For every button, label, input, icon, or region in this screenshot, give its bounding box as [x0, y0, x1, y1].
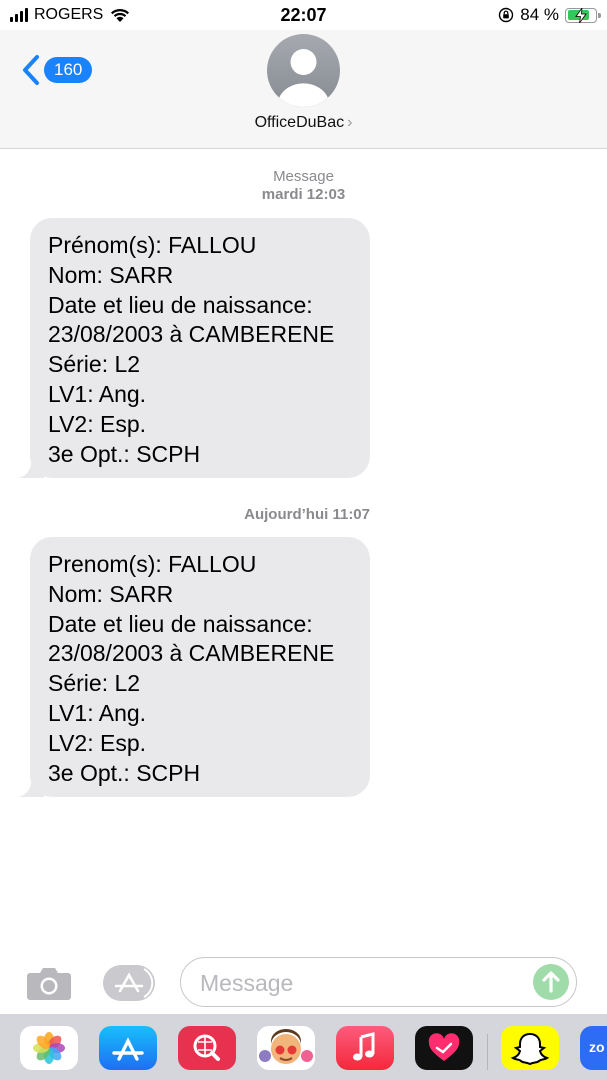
- contact-avatar[interactable]: [267, 34, 340, 107]
- bubble-tail: [18, 456, 44, 478]
- message-line: LV1: Ang.: [48, 699, 147, 726]
- send-button[interactable]: [533, 964, 569, 1000]
- app-store-drawer-icon[interactable]: [102, 964, 156, 1002]
- orientation-lock-icon: [499, 7, 514, 23]
- chevron-right-icon: ›: [347, 114, 353, 131]
- message-line: Date et lieu de naissance:: [48, 610, 313, 637]
- conversation-header: 160 OfficeDuBac ›: [0, 30, 607, 149]
- message-input[interactable]: Message: [180, 957, 577, 1007]
- compose-bar: Message: [0, 955, 607, 1011]
- message-bubble[interactable]: Prenom(s): FALLOU Nom: SARR Date et lieu…: [18, 537, 370, 797]
- person-icon: [279, 49, 328, 107]
- fitness-heart-icon[interactable]: [415, 1026, 473, 1070]
- bubble-tail: [18, 775, 44, 797]
- web-search-icon[interactable]: [178, 1026, 236, 1070]
- message-line: Nom: SARR: [48, 261, 174, 288]
- message-line: Prénom(s): FALLOU: [48, 232, 257, 258]
- back-button[interactable]: 160: [22, 54, 93, 86]
- timestamp: Message mardi 12:03: [261, 168, 346, 203]
- message-line: LV2: Esp.: [48, 410, 147, 437]
- message-line: 23/08/2003 à CAMBERENE: [48, 321, 335, 348]
- message-placeholder: Message: [200, 970, 294, 996]
- message-line: Série: L2: [48, 351, 141, 378]
- snapchat-icon[interactable]: [501, 1026, 559, 1070]
- status-bar: ROGERS 22:07 84 %: [0, 0, 607, 30]
- timestamp: Aujourd’hui 11:07: [244, 506, 370, 523]
- arrow-up-icon: [542, 971, 560, 993]
- message-line: 3e Opt.: SCPH: [48, 440, 201, 467]
- dock-divider: [487, 1034, 488, 1070]
- message-line: Prenom(s): FALLOU: [48, 551, 257, 577]
- message-line: 3e Opt.: SCPH: [48, 759, 201, 786]
- message-line: Date et lieu de naissance:: [48, 291, 313, 318]
- contact-name[interactable]: OfficeDuBac ›: [0, 114, 607, 132]
- message-line: LV1: Ang.: [48, 380, 147, 407]
- unread-count-badge: 160: [44, 57, 93, 83]
- camera-icon[interactable]: [26, 965, 72, 1001]
- message-line: Nom: SARR: [48, 580, 174, 607]
- imessage-app-drawer: zo: [0, 1014, 607, 1080]
- message-line: 23/08/2003 à CAMBERENE: [48, 640, 335, 667]
- photos-icon[interactable]: [20, 1026, 78, 1070]
- music-icon[interactable]: [336, 1026, 394, 1070]
- app-store-icon[interactable]: [99, 1026, 157, 1070]
- message-line: Série: L2: [48, 670, 141, 697]
- battery-percentage: 84 %: [520, 5, 559, 24]
- memoji-icon[interactable]: [257, 1026, 315, 1070]
- chevron-left-icon: [23, 55, 39, 85]
- message-bubble[interactable]: Prénom(s): FALLOU Nom: SARR Date et lieu…: [18, 218, 370, 478]
- battery-icon: [565, 7, 601, 23]
- message-line: LV2: Esp.: [48, 729, 147, 756]
- zoom-icon[interactable]: zo: [580, 1026, 607, 1070]
